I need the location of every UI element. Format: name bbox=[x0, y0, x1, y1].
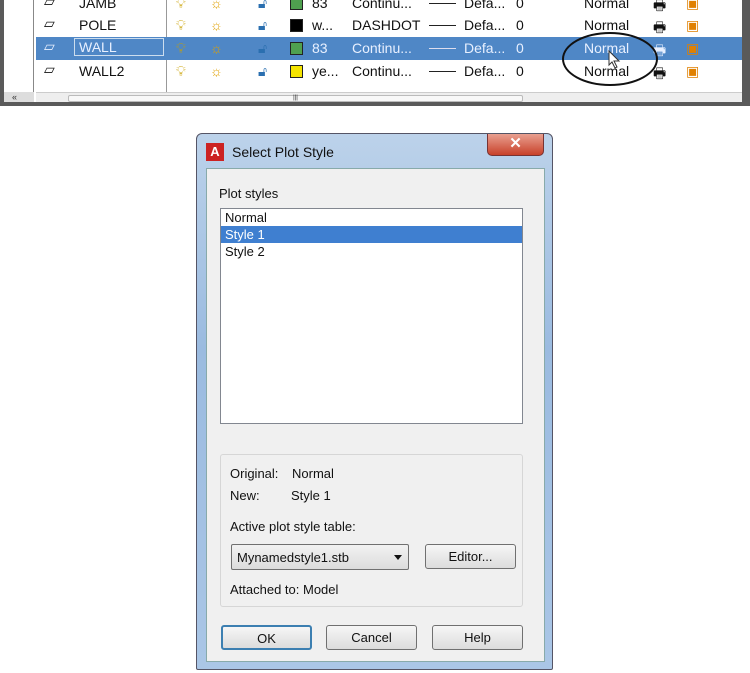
list-item[interactable]: Style 1 bbox=[221, 226, 522, 243]
lineweight[interactable]: Defa... bbox=[464, 40, 505, 56]
transparency[interactable]: 0 bbox=[516, 40, 524, 56]
lineweight-sample bbox=[429, 3, 456, 4]
linetype[interactable]: Continu... bbox=[352, 0, 412, 11]
lineweight[interactable]: Defa... bbox=[464, 17, 505, 33]
color-swatch[interactable] bbox=[290, 19, 303, 32]
lineweight[interactable]: Defa... bbox=[464, 63, 505, 79]
attached-to-label: Attached to: Model bbox=[230, 582, 339, 597]
select-value: Mynamedstyle1.stb bbox=[237, 550, 349, 565]
layer-name[interactable]: WALL bbox=[74, 38, 164, 56]
info-group: Original: Normal New: Style 1 Active plo… bbox=[220, 454, 523, 607]
select-plot-style-dialog: A Select Plot Style ✕ Plot styles Normal… bbox=[196, 133, 553, 670]
layer-row[interactable]: ▱ POLE 💡︎ ☼ 🔓︎ w... DASHDOT Defa... 0 No… bbox=[36, 14, 742, 37]
table-label: Active plot style table: bbox=[230, 519, 356, 534]
lightbulb-icon[interactable]: 💡︎ bbox=[176, 0, 186, 12]
plot-style[interactable]: Normal bbox=[584, 17, 629, 33]
color-label[interactable]: ye... bbox=[312, 63, 338, 79]
layer-icon: ▱ bbox=[44, 0, 55, 9]
lineweight-sample bbox=[429, 25, 456, 26]
new-vp-freeze-icon[interactable]: ▣ bbox=[686, 17, 699, 34]
plot-styles-list[interactable]: Normal Style 1 Style 2 bbox=[220, 208, 523, 424]
layer-icon: ▱ bbox=[44, 61, 55, 77]
new-vp-freeze-icon[interactable]: ▣ bbox=[686, 40, 699, 57]
unlock-icon[interactable]: 🔓︎ bbox=[258, 17, 267, 34]
sun-icon[interactable]: ☼ bbox=[210, 0, 223, 11]
horizontal-scrollbar[interactable]: ||| bbox=[36, 92, 742, 102]
layer-manager-panel: « ▱ JAMB 💡︎ ☼ 🔓︎ 83 Continu... Defa... 0… bbox=[0, 0, 750, 106]
lineweight[interactable]: Defa... bbox=[464, 0, 505, 11]
editor-button[interactable]: Editor... bbox=[425, 544, 516, 569]
layer-icon: ▱ bbox=[44, 15, 55, 31]
close-button[interactable]: ✕ bbox=[487, 134, 544, 156]
sun-icon[interactable]: ☼ bbox=[210, 17, 223, 33]
plot-style-table-select[interactable]: Mynamedstyle1.stb bbox=[231, 544, 409, 570]
plot-style[interactable]: Normal bbox=[584, 0, 629, 11]
lightbulb-icon[interactable]: 💡︎ bbox=[176, 17, 186, 34]
chevron-down-icon bbox=[394, 555, 402, 564]
transparency[interactable]: 0 bbox=[516, 0, 524, 11]
lineweight-sample bbox=[429, 71, 456, 72]
color-swatch[interactable] bbox=[290, 65, 303, 78]
original-value: Normal bbox=[292, 466, 334, 481]
collapse-grip[interactable]: « bbox=[4, 92, 34, 102]
lightbulb-icon[interactable]: 💡︎ bbox=[176, 40, 186, 57]
lightbulb-icon[interactable]: 💡︎ bbox=[176, 63, 186, 80]
filter-tree-pane bbox=[4, 0, 34, 92]
new-label: New: bbox=[230, 488, 260, 503]
color-label[interactable]: 83 bbox=[312, 0, 328, 11]
autocad-logo-icon: A bbox=[206, 143, 224, 161]
dialog-title: Select Plot Style bbox=[232, 144, 334, 160]
mouse-cursor-icon bbox=[608, 50, 621, 69]
unlock-icon[interactable]: 🔓︎ bbox=[258, 40, 267, 57]
list-item[interactable]: Style 2 bbox=[221, 243, 522, 260]
color-swatch[interactable] bbox=[290, 42, 303, 55]
original-label: Original: bbox=[230, 466, 279, 481]
color-swatch[interactable] bbox=[290, 0, 303, 10]
linetype[interactable]: Continu... bbox=[352, 40, 412, 56]
new-vp-freeze-icon[interactable]: ▣ bbox=[686, 0, 699, 12]
linetype[interactable]: Continu... bbox=[352, 63, 412, 79]
new-value: Style 1 bbox=[291, 488, 331, 503]
transparency[interactable]: 0 bbox=[516, 17, 524, 33]
sun-icon[interactable]: ☼ bbox=[210, 63, 223, 79]
layer-row[interactable]: ▱ JAMB 💡︎ ☼ 🔓︎ 83 Continu... Defa... 0 N… bbox=[36, 0, 742, 15]
linetype[interactable]: DASHDOT bbox=[352, 17, 420, 33]
layer-icon: ▱ bbox=[44, 38, 55, 54]
new-vp-freeze-icon[interactable]: ▣ bbox=[686, 63, 699, 80]
list-item[interactable]: Normal bbox=[221, 209, 522, 226]
layer-name[interactable]: JAMB bbox=[79, 0, 116, 11]
unlock-icon[interactable]: 🔓︎ bbox=[258, 0, 267, 12]
help-button[interactable]: Help bbox=[432, 625, 523, 650]
cancel-button[interactable]: Cancel bbox=[326, 625, 417, 650]
scrollbar-thumb[interactable]: ||| bbox=[68, 95, 523, 102]
unlock-icon[interactable]: 🔓︎ bbox=[258, 63, 267, 80]
layer-name[interactable]: POLE bbox=[79, 17, 116, 33]
ok-button[interactable]: OK bbox=[221, 625, 312, 650]
color-label[interactable]: 83 bbox=[312, 40, 328, 56]
transparency[interactable]: 0 bbox=[516, 63, 524, 79]
plot-styles-label: Plot styles bbox=[219, 186, 279, 201]
layer-name[interactable]: WALL2 bbox=[79, 63, 124, 79]
sun-icon[interactable]: ☼ bbox=[210, 40, 223, 56]
lineweight-sample bbox=[429, 48, 456, 49]
color-label[interactable]: w... bbox=[312, 17, 333, 33]
